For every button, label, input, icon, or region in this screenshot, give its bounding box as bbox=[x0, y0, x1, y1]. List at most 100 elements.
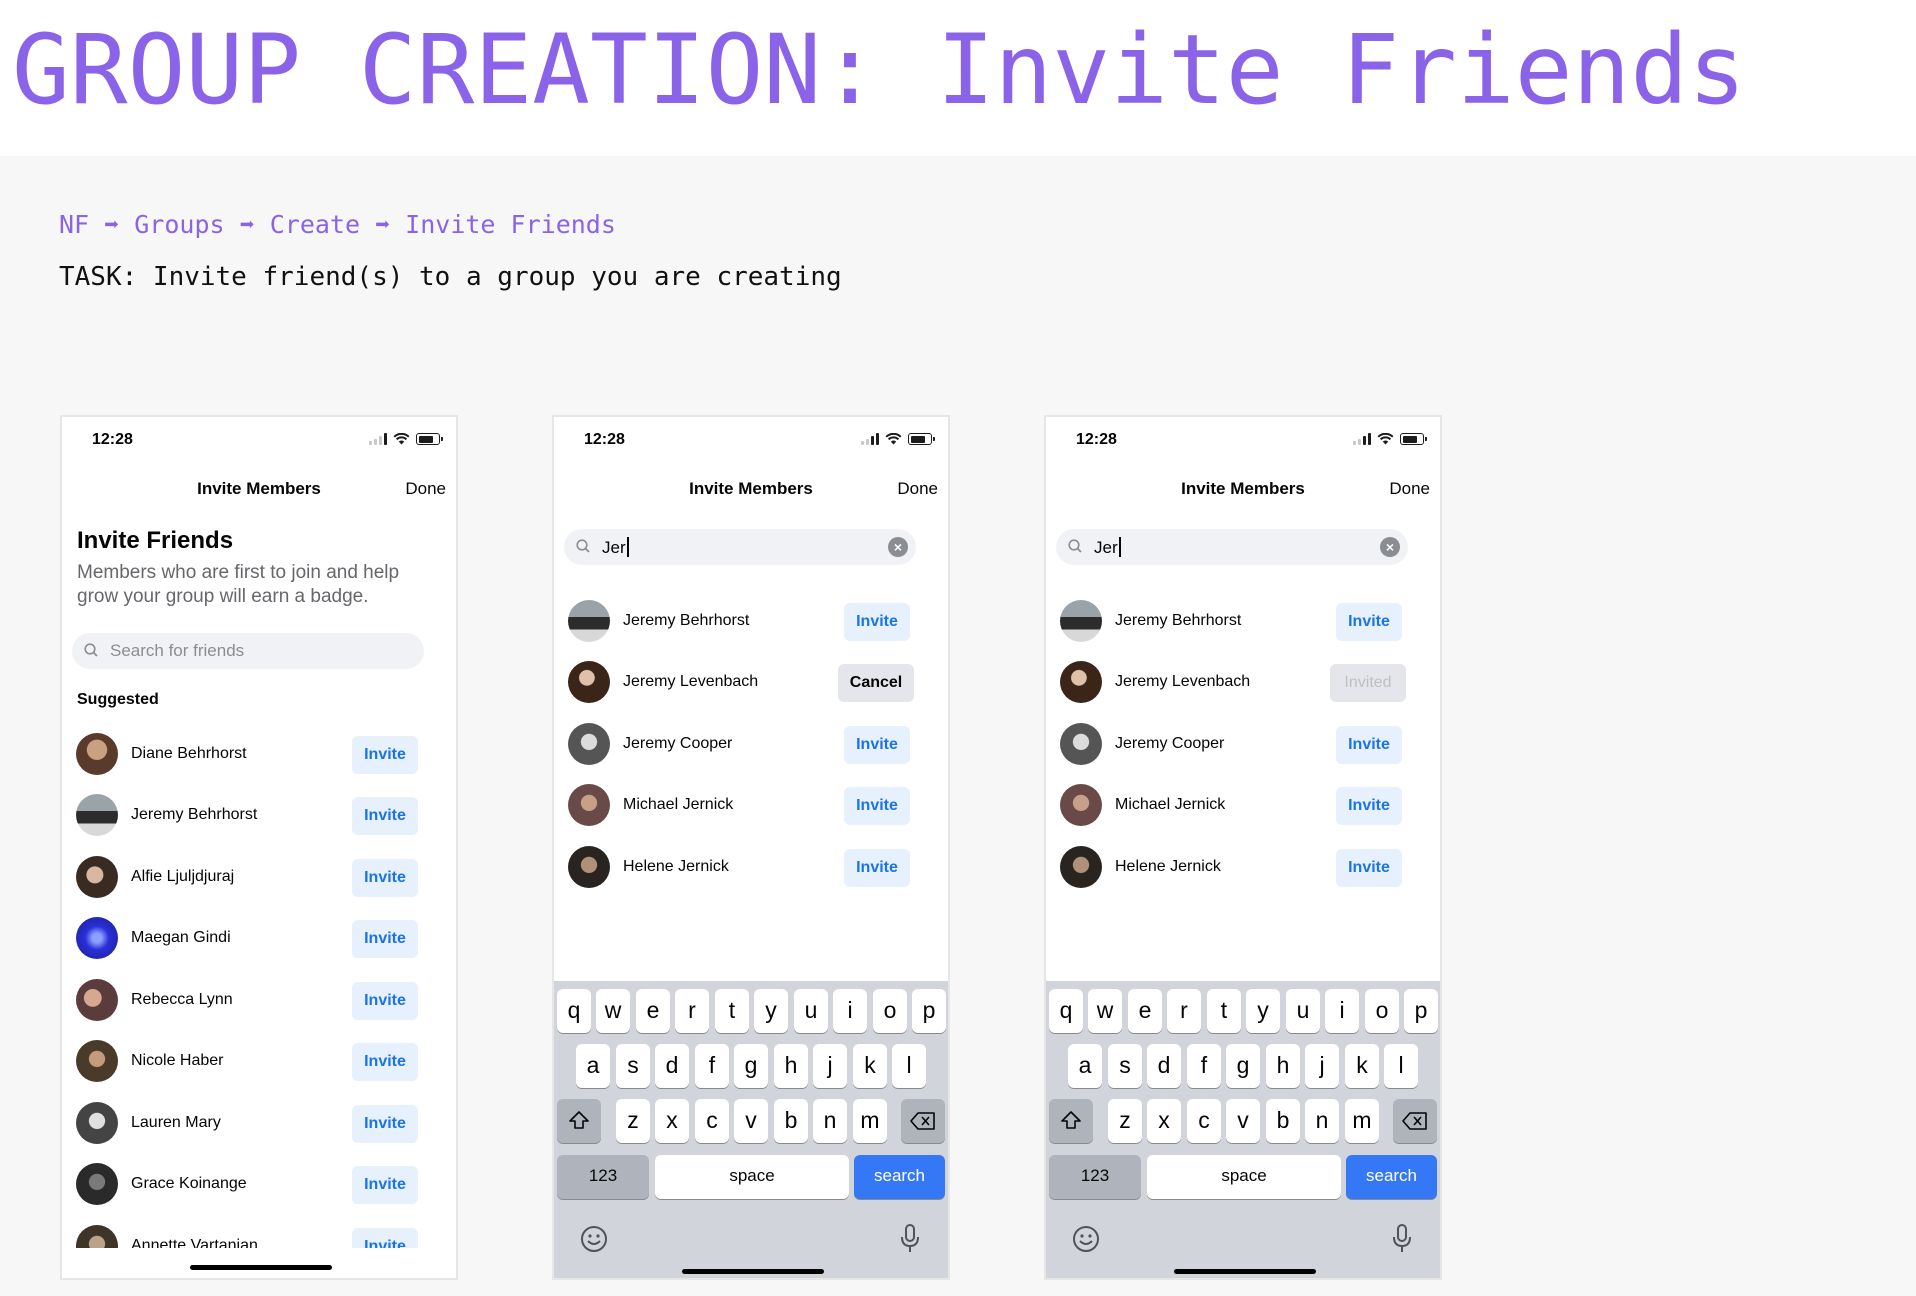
invite-button[interactable]: Invite bbox=[1336, 849, 1402, 887]
key-q[interactable]: q bbox=[557, 989, 591, 1033]
invite-button[interactable]: Invite bbox=[844, 603, 910, 641]
shift-key[interactable] bbox=[557, 1099, 601, 1143]
invite-button[interactable]: Invite bbox=[352, 1166, 418, 1204]
clear-search-icon[interactable]: × bbox=[1380, 537, 1400, 557]
key-j[interactable]: j bbox=[1305, 1044, 1339, 1088]
invite-button[interactable]: Invite bbox=[844, 726, 910, 764]
shift-key[interactable] bbox=[1049, 1099, 1093, 1143]
key-s[interactable]: s bbox=[1108, 1044, 1142, 1088]
key-g[interactable]: g bbox=[1226, 1044, 1260, 1088]
key-i[interactable]: i bbox=[1325, 989, 1359, 1033]
key-r[interactable]: r bbox=[1167, 989, 1201, 1033]
key-p[interactable]: p bbox=[1404, 989, 1438, 1033]
key-x[interactable]: x bbox=[1147, 1099, 1181, 1143]
key-m[interactable]: m bbox=[1345, 1099, 1379, 1143]
invite-button[interactable]: Invite bbox=[352, 797, 418, 835]
key-q[interactable]: q bbox=[1049, 989, 1083, 1033]
backspace-key[interactable] bbox=[901, 1099, 945, 1143]
invite-button[interactable]: Invite bbox=[352, 1105, 418, 1143]
key-p[interactable]: p bbox=[912, 989, 946, 1033]
shift-icon bbox=[1061, 1111, 1081, 1129]
key-w[interactable]: w bbox=[596, 989, 630, 1033]
key-y[interactable]: y bbox=[1246, 989, 1280, 1033]
friend-name: Alfie Ljuljdjuraj bbox=[131, 868, 235, 885]
key-k[interactable]: k bbox=[853, 1044, 887, 1088]
invite-button[interactable]: Invite bbox=[1336, 603, 1402, 641]
key-u[interactable]: u bbox=[1286, 989, 1320, 1033]
key-n[interactable]: n bbox=[1305, 1099, 1339, 1143]
key-v[interactable]: v bbox=[1226, 1099, 1260, 1143]
invite-button[interactable]: Invite bbox=[352, 1043, 418, 1081]
friend-name: Grace Koinange bbox=[131, 1175, 247, 1192]
key-c[interactable]: c bbox=[695, 1099, 729, 1143]
invite-button[interactable]: Invite bbox=[1336, 726, 1402, 764]
done-button[interactable]: Done bbox=[405, 479, 446, 499]
key-b[interactable]: b bbox=[1266, 1099, 1300, 1143]
done-button[interactable]: Done bbox=[897, 479, 938, 499]
clear-search-icon[interactable]: × bbox=[888, 537, 908, 557]
key-h[interactable]: h bbox=[1266, 1044, 1300, 1088]
search-input[interactable]: Jer × bbox=[1056, 529, 1408, 565]
key-a[interactable]: a bbox=[1068, 1044, 1102, 1088]
key-e[interactable]: e bbox=[636, 989, 670, 1033]
invite-button[interactable]: Invite bbox=[352, 1228, 418, 1248]
numbers-key[interactable]: 123 bbox=[557, 1155, 649, 1199]
backspace-key[interactable] bbox=[1393, 1099, 1437, 1143]
key-e[interactable]: e bbox=[1128, 989, 1162, 1033]
key-m[interactable]: m bbox=[853, 1099, 887, 1143]
key-f[interactable]: f bbox=[1187, 1044, 1221, 1088]
search-input[interactable]: Search for friends bbox=[72, 633, 424, 669]
invite-button[interactable]: Invite bbox=[352, 982, 418, 1020]
microphone-icon[interactable] bbox=[900, 1223, 920, 1255]
space-key[interactable]: space bbox=[1147, 1155, 1341, 1199]
key-u[interactable]: u bbox=[794, 989, 828, 1033]
friend-name: Maegan Gindi bbox=[131, 929, 231, 946]
invite-button[interactable]: Invite bbox=[844, 787, 910, 825]
search-icon bbox=[1068, 539, 1082, 553]
search-input[interactable]: Jer × bbox=[564, 529, 916, 565]
status-time: 12:28 bbox=[92, 431, 133, 448]
key-l[interactable]: l bbox=[1384, 1044, 1418, 1088]
key-g[interactable]: g bbox=[734, 1044, 768, 1088]
numbers-key[interactable]: 123 bbox=[1049, 1155, 1141, 1199]
key-i[interactable]: i bbox=[833, 989, 867, 1033]
key-n[interactable]: n bbox=[813, 1099, 847, 1143]
invited-status-button[interactable]: Invited bbox=[1330, 664, 1406, 702]
space-key[interactable]: space bbox=[655, 1155, 849, 1199]
invite-button[interactable]: Invite bbox=[352, 736, 418, 774]
invite-button[interactable]: Invite bbox=[844, 849, 910, 887]
key-t[interactable]: t bbox=[715, 989, 749, 1033]
search-key[interactable]: search bbox=[1346, 1155, 1437, 1199]
key-v[interactable]: v bbox=[734, 1099, 768, 1143]
key-a[interactable]: a bbox=[576, 1044, 610, 1088]
key-d[interactable]: d bbox=[1147, 1044, 1181, 1088]
key-j[interactable]: j bbox=[813, 1044, 847, 1088]
key-s[interactable]: s bbox=[616, 1044, 650, 1088]
cancel-invite-button[interactable]: Cancel bbox=[838, 664, 914, 702]
key-o[interactable]: o bbox=[1365, 989, 1399, 1033]
emoji-icon[interactable] bbox=[580, 1225, 608, 1253]
invite-button[interactable]: Invite bbox=[352, 920, 418, 958]
key-b[interactable]: b bbox=[774, 1099, 808, 1143]
key-o[interactable]: o bbox=[873, 989, 907, 1033]
key-h[interactable]: h bbox=[774, 1044, 808, 1088]
search-key[interactable]: search bbox=[854, 1155, 945, 1199]
microphone-icon[interactable] bbox=[1392, 1223, 1412, 1255]
key-l[interactable]: l bbox=[892, 1044, 926, 1088]
key-k[interactable]: k bbox=[1345, 1044, 1379, 1088]
invite-button[interactable]: Invite bbox=[352, 859, 418, 897]
key-f[interactable]: f bbox=[695, 1044, 729, 1088]
key-y[interactable]: y bbox=[754, 989, 788, 1033]
key-x[interactable]: x bbox=[655, 1099, 689, 1143]
emoji-icon[interactable] bbox=[1072, 1225, 1100, 1253]
done-button[interactable]: Done bbox=[1389, 479, 1430, 499]
invite-button[interactable]: Invite bbox=[1336, 787, 1402, 825]
backspace-icon bbox=[910, 1112, 935, 1130]
key-r[interactable]: r bbox=[675, 989, 709, 1033]
key-d[interactable]: d bbox=[655, 1044, 689, 1088]
key-w[interactable]: w bbox=[1088, 989, 1122, 1033]
key-z[interactable]: z bbox=[1108, 1099, 1142, 1143]
key-c[interactable]: c bbox=[1187, 1099, 1221, 1143]
key-z[interactable]: z bbox=[616, 1099, 650, 1143]
key-t[interactable]: t bbox=[1207, 989, 1241, 1033]
